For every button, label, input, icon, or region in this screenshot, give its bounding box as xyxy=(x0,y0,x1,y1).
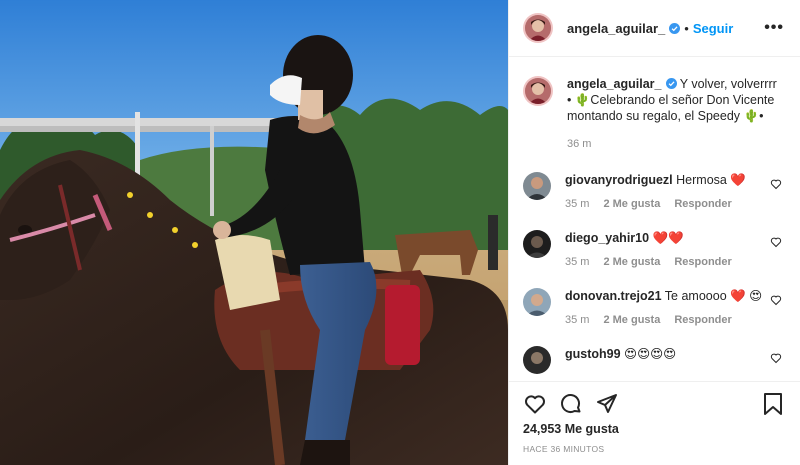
comment-item: diego_yahir10 ❤️❤️ 35 m 2 Me gusta Respo… xyxy=(523,230,784,270)
author-avatar-image xyxy=(525,15,551,41)
verified-badge-icon xyxy=(669,22,681,34)
comment-body: diego_yahir10 ❤️❤️ 35 m 2 Me gusta Respo… xyxy=(565,230,765,270)
post-photo[interactable] xyxy=(0,0,508,465)
post-timestamp[interactable]: HACE 36 MINUTOS xyxy=(523,444,784,454)
action-icon-row xyxy=(523,392,784,416)
caption-username[interactable]: angela_aguilar_ xyxy=(567,77,662,91)
commenter-username[interactable]: gustoh99 xyxy=(565,347,621,361)
author-username[interactable]: angela_aguilar_ xyxy=(567,21,665,36)
header-separator: • xyxy=(684,20,689,36)
caption-time[interactable]: 36 m xyxy=(567,136,591,152)
comment-likes[interactable]: 2 Me gusta xyxy=(603,254,660,270)
comment-item: gustoh99 😍😍😍😍 xyxy=(523,346,784,374)
commenter-avatar[interactable] xyxy=(523,288,551,316)
comment-likes[interactable]: 2 Me gusta xyxy=(603,312,660,328)
caption-avatar-image xyxy=(525,78,551,104)
commenter-avatar[interactable] xyxy=(523,172,551,200)
post-side-panel: angela_aguilar_ • Seguir ••• angela_agui… xyxy=(508,0,800,465)
heart-icon[interactable] xyxy=(523,392,547,416)
comment-body: donovan.trejo21 Te amoooo ❤️ 😍 35 m 2 Me… xyxy=(565,288,765,328)
author-avatar[interactable] xyxy=(523,13,553,43)
commenter-avatar-image xyxy=(523,172,551,200)
post-header: angela_aguilar_ • Seguir ••• xyxy=(509,0,800,57)
more-options-button[interactable]: ••• xyxy=(764,19,784,37)
comment-like-heart-icon[interactable] xyxy=(770,236,782,248)
post-caption: angela_aguilar_ Y volver, volverrrr • 🌵C… xyxy=(523,76,784,152)
commenter-avatar-image xyxy=(523,288,551,316)
comment-likes[interactable]: 2 Me gusta xyxy=(603,196,660,212)
reply-button[interactable]: Responder xyxy=(674,312,731,328)
comment-like-heart-icon[interactable] xyxy=(770,294,782,306)
comment-time[interactable]: 35 m xyxy=(565,196,589,212)
comment-body: giovanyrodriguezl Hermosa ❤️ 35 m 2 Me g… xyxy=(565,172,765,212)
comment-like-heart-icon[interactable] xyxy=(770,352,782,364)
commenter-avatar-image xyxy=(523,346,551,374)
comment-text: Te amoooo ❤️ 😍 xyxy=(664,289,763,303)
reply-button[interactable]: Responder xyxy=(674,196,731,212)
likes-count[interactable]: 24,953 Me gusta xyxy=(523,422,784,436)
commenter-avatar[interactable] xyxy=(523,346,551,374)
comment-time[interactable]: 35 m xyxy=(565,312,589,328)
commenter-username[interactable]: donovan.trejo21 xyxy=(565,289,662,303)
comment-time[interactable]: 35 m xyxy=(565,254,589,270)
follow-button[interactable]: Seguir xyxy=(693,21,733,36)
commenter-username[interactable]: giovanyrodriguezl xyxy=(565,173,673,187)
commenter-avatar-image xyxy=(523,230,551,258)
bookmark-icon[interactable] xyxy=(762,392,784,416)
photo-image xyxy=(0,0,508,465)
comment-meta: 35 m 2 Me gusta Responder xyxy=(565,196,765,212)
caption-body: angela_aguilar_ Y volver, volverrrr • 🌵C… xyxy=(567,76,784,152)
instagram-post-view: angela_aguilar_ • Seguir ••• angela_agui… xyxy=(0,0,800,465)
post-actions: 24,953 Me gusta HACE 36 MINUTOS xyxy=(509,381,800,465)
comment-body: gustoh99 😍😍😍😍 xyxy=(565,346,765,374)
reply-button[interactable]: Responder xyxy=(674,254,731,270)
paper-plane-icon[interactable] xyxy=(595,392,619,416)
comment-like-heart-icon[interactable] xyxy=(770,178,782,190)
caption-avatar[interactable] xyxy=(523,76,553,106)
comment-bubble-icon[interactable] xyxy=(559,392,583,416)
comment-text: 😍😍😍😍 xyxy=(624,347,677,361)
comment-text: Hermosa ❤️ xyxy=(676,173,746,187)
commenter-username[interactable]: diego_yahir10 xyxy=(565,231,649,245)
commenter-avatar[interactable] xyxy=(523,230,551,258)
comments-list[interactable]: angela_aguilar_ Y volver, volverrrr • 🌵C… xyxy=(509,58,800,380)
caption-meta: 36 m xyxy=(567,136,784,152)
comment-item: donovan.trejo21 Te amoooo ❤️ 😍 35 m 2 Me… xyxy=(523,288,784,328)
comment-meta: 35 m 2 Me gusta Responder xyxy=(565,254,765,270)
comment-item: giovanyrodriguezl Hermosa ❤️ 35 m 2 Me g… xyxy=(523,172,784,212)
comment-meta: 35 m 2 Me gusta Responder xyxy=(565,312,765,328)
verified-badge-icon xyxy=(665,78,677,89)
comment-text: ❤️❤️ xyxy=(652,231,684,245)
